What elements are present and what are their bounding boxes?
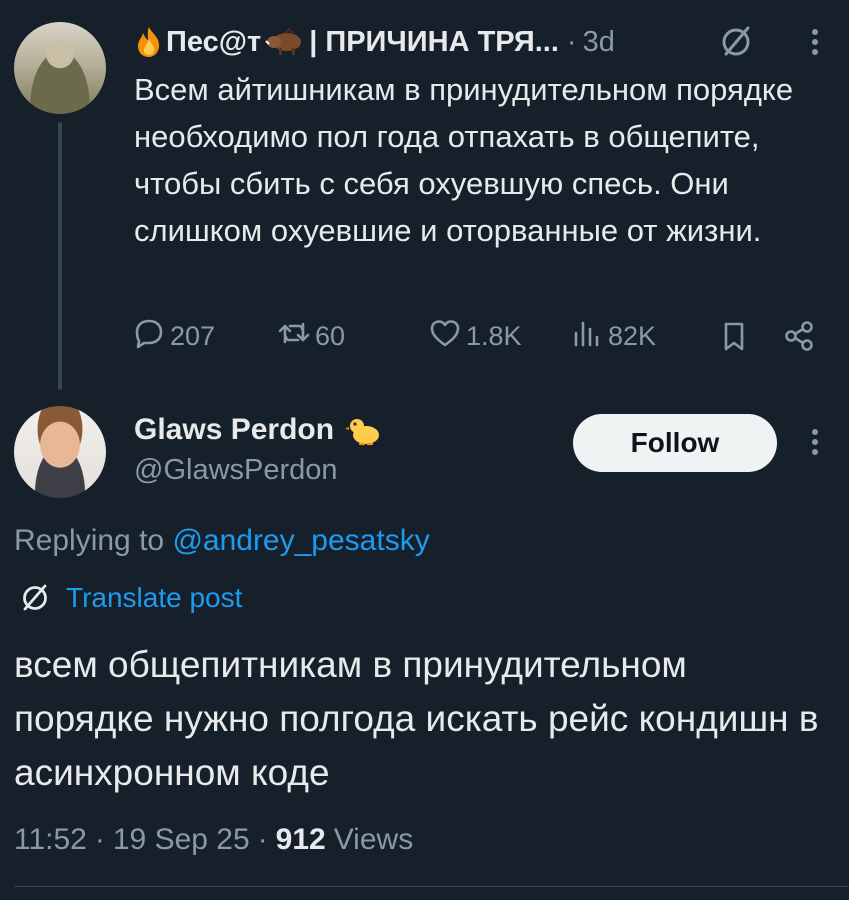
header-separator: · (566, 25, 577, 58)
like-icon (428, 316, 462, 357)
reply-author-name[interactable]: Glaws Perdon (134, 413, 334, 447)
parent-tweet-text: Всем айтишникам в принудительном порядке… (134, 72, 794, 248)
reply-views-label: Views (333, 823, 414, 856)
reply-views-count[interactable]: 912 (276, 823, 326, 857)
duckling-icon (344, 413, 382, 447)
translate-post-label: Translate post (66, 582, 243, 613)
bottom-divider (14, 886, 849, 887)
parent-action-bar: 207 60 1.8K 82K (132, 314, 832, 358)
parent-more-icon[interactable] (803, 24, 827, 60)
share-icon[interactable] (782, 314, 816, 358)
reply-author-handle[interactable]: @GlawsPerdon (134, 454, 338, 487)
no-translate-icon[interactable] (718, 24, 754, 60)
reply-icon (132, 316, 166, 357)
reply-count: 207 (170, 320, 216, 351)
boar-icon (265, 27, 305, 57)
thread-connector-line (58, 122, 62, 390)
meta-separator: · (257, 823, 268, 856)
views-icon (570, 316, 604, 357)
views-action[interactable]: 82K (570, 314, 656, 358)
translate-post-link[interactable]: Translate post (18, 578, 242, 618)
replying-to-line: Replying to @andrey_pesatsky (14, 524, 430, 558)
replying-to-mention[interactable]: @andrey_pesatsky (172, 524, 429, 557)
views-count: 82K (608, 320, 657, 351)
parent-author-avatar[interactable] (14, 22, 106, 114)
reply-action[interactable]: 207 (132, 314, 215, 358)
reply-author-name-row: Glaws Perdon (134, 410, 382, 450)
like-action[interactable]: 1.8K (428, 314, 522, 358)
meta-separator: · (94, 823, 105, 856)
parent-author-name-suffix[interactable]: | ПРИЧИНА ТРЯ... (309, 26, 559, 59)
parent-timestamp[interactable]: 3d (583, 26, 615, 59)
parent-author-name[interactable]: Пес@т (166, 26, 261, 59)
replying-to-prefix: Replying to (14, 524, 173, 557)
bookmark-icon[interactable] (717, 314, 751, 358)
fire-icon (134, 25, 164, 59)
reply-more-icon[interactable] (803, 424, 827, 460)
reply-date[interactable]: 19 Sep 25 (113, 823, 250, 857)
follow-button[interactable]: Follow (573, 414, 777, 472)
repost-action[interactable]: 60 (277, 314, 345, 358)
reply-tweet-text: всем общепитникам в принудительном поряд… (14, 644, 819, 793)
reply-time[interactable]: 11:52 (14, 823, 87, 857)
reply-meta-line: 11:52 · 19 Sep 25 · 912 Views (14, 818, 413, 862)
repost-icon (277, 316, 311, 357)
like-count: 1.8K (466, 320, 522, 351)
translate-icon (18, 581, 52, 615)
reply-author-avatar[interactable] (14, 406, 106, 498)
repost-count: 60 (315, 320, 346, 351)
